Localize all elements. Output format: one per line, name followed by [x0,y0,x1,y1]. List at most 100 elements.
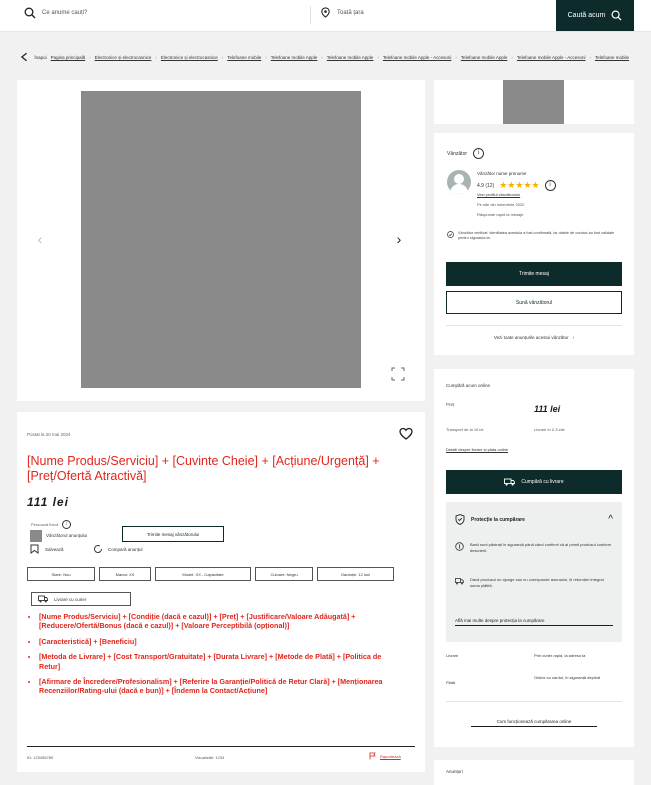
description-item: [Metoda de Livrare] + [Cost Transport/Gr… [39,652,384,671]
breadcrumb-item[interactable]: Telefoane mobile Apple [271,55,318,60]
description-item: [Afirmare de Încredere/Profesionalism] +… [39,677,384,696]
verified-notice: Vânzător verificat: identitatea acestuia… [447,231,622,241]
search-divider [310,6,311,24]
seller-type-label: Persoană fizică [31,522,59,527]
attribute-chip[interactable]: Model: XX - Capacitate [155,567,251,581]
top-bar: Ce anume cauți? Toată țara Caută acum [0,0,651,32]
delivery-details-link[interactable]: Detalii despre livrare și plata online [446,447,508,452]
location-placeholder: Toată țara [337,9,364,16]
kv-key: Livrare [446,653,459,658]
attribute-chip[interactable]: Culoare: Negru [255,567,313,581]
search-icon [24,7,36,19]
favorite-heart-icon[interactable] [399,427,413,441]
report-button[interactable]: Raportează [369,752,401,760]
product-image[interactable] [81,91,361,388]
how-it-works-link[interactable]: Cum funcționează cumpărarea online [471,719,597,727]
truck-return-icon [455,578,464,585]
kv-value: Online cu cardul, în siguranță deplină [534,675,601,680]
seller-profile-link[interactable]: Vezi profilul vânzătorului [477,192,520,197]
description-item: [Caracteristică] + [Beneficiu] [39,637,384,646]
verified-text: Vânzător verificat: identitatea acestuia… [458,231,615,240]
attribute-chip[interactable]: Garanție: 12 luni [317,567,394,581]
product-price: 111 lei [27,495,69,509]
breadcrumb-item[interactable]: Telefoane mobile Apple - Accesorii [383,55,452,60]
description-list: [Nume Produs/Serviciu] + [Condiție (dacă… [27,612,384,702]
save-ad-button[interactable]: Salvează [30,544,64,554]
product-title: [Nume Produs/Serviciu] + [Cuvinte Cheie]… [27,454,380,483]
protection-header[interactable]: Protecție la cumpărare ^ [455,514,613,525]
save-label: Salvează [45,546,64,552]
shield-icon [455,514,465,525]
description-item: [Nume Produs/Serviciu] + [Condiție (dacă… [39,612,384,631]
gallery-next-button[interactable]: › [391,231,407,247]
protection-item: Dacă produsul nu ajunge sau nu corespund… [455,577,613,588]
seller-mini-name: Vânzătorul anunțului [46,533,88,538]
fullscreen-icon[interactable] [391,367,405,381]
reply-time: Răspunde rapid la mesaje [477,212,524,217]
truck-icon [38,595,48,603]
attribute-chips: Stare: Nou Marca: XX Model: XX - Capacit… [27,567,394,581]
rating-text: 4.9 (12) [477,182,495,189]
info-icon[interactable]: i [473,148,485,159]
divider [446,701,622,702]
seller-type: Persoană fizică i [31,520,72,529]
search-input[interactable]: Ce anume cauți? [24,7,87,19]
banner-image[interactable] [503,80,564,124]
buy-button-label: Cumpără cu livrare [521,479,564,485]
call-seller-button[interactable]: Sună vânzătorul [446,291,622,314]
avatar[interactable] [447,170,471,194]
location-input[interactable]: Toată țara [320,7,364,18]
check-circle-icon [447,231,454,238]
breadcrumb-item[interactable]: Electronice și electrocasnice [161,55,218,60]
delivery-chip-label: Livrare cu curier [54,596,87,602]
product-info: Postat la 20 mai 2024 [Nume Produs/Servi… [17,412,425,772]
money-icon [455,542,464,551]
protection-item-text: Dacă produsul nu ajunge sau nu corespund… [470,577,604,588]
shipping-cost: Transport de la 15 lei [446,427,484,432]
bookmark-icon [30,544,39,554]
breadcrumb-item[interactable]: Telefoane mobile [227,55,261,60]
back-label[interactable]: Înapoi [34,55,46,60]
search-button[interactable]: Caută acum [556,0,634,31]
member-since: Pe site din noiembrie 2020 [477,202,525,207]
breadcrumb-item[interactable]: Pagina principală [51,55,86,60]
breadcrumb-item[interactable]: Telefoane mobile Apple [327,55,374,60]
all-seller-ads-link[interactable]: Vezi toate anunțurile acestui vânzător › [446,335,622,340]
message-seller-button[interactable]: Trimite mesaj [446,262,622,286]
chevron-up-icon: ^ [608,514,613,525]
breadcrumb-item[interactable]: Electronice și electrocasnice [95,55,152,60]
info-icon[interactable]: i [544,180,556,191]
image-gallery: ‹ › [17,80,425,401]
back-arrow-icon[interactable] [19,51,30,63]
contact-seller-button[interactable]: Trimite mesaj vânzătorului [122,526,224,542]
delivery-time: Livrare în 2-3 zile [534,427,565,432]
refresh-icon [94,545,102,553]
search-icon [611,10,622,21]
breadcrumb-item[interactable]: Telefoane mobile [595,55,629,60]
seller-name[interactable]: Vânzător nume prenume [477,171,527,176]
kv-value: Prin curier rapid, la adresa ta [534,653,586,658]
attribute-chip[interactable]: Marca: XX [99,567,151,581]
breadcrumb: Înapoi Pagina principală › Electronice și… [19,51,629,63]
attribute-chip[interactable]: Stare: Nou [27,567,95,581]
chevron-right-icon: › [572,335,575,340]
ad-id: ID: 123456789 [27,755,54,760]
delivery-chip[interactable]: Livrare cu curier [31,592,131,606]
purchase-title: Cumpără acum online [446,383,491,388]
breadcrumb-item[interactable]: Telefoane mobile Apple [461,55,508,60]
protection-learn-more-link[interactable]: Află mai multe despre protecția la cumpă… [455,618,613,626]
price-label: Preț [446,402,455,407]
seller-card: Vânzător i Vânzător nume prenume 4.9 (12… [434,133,634,355]
gallery-prev-button[interactable]: ‹ [32,231,48,247]
buy-with-delivery-button[interactable]: Cumpără cu livrare [446,470,622,494]
banner-card [434,80,634,124]
seller-heading: Vânzător i [447,148,485,159]
posted-date: Postat la 20 mai 2024 [27,432,71,437]
compare-button[interactable]: Compară anunțul [93,544,143,554]
kv-key: Plată [446,680,456,685]
divider [446,325,622,326]
search-button-label: Caută acum [567,12,606,19]
info-icon[interactable]: i [62,520,72,529]
seller-rating: 4.9 (12) ★★★★★ i [477,180,556,191]
breadcrumb-item[interactable]: Telefoane mobile Apple - Accesorii [517,55,586,60]
